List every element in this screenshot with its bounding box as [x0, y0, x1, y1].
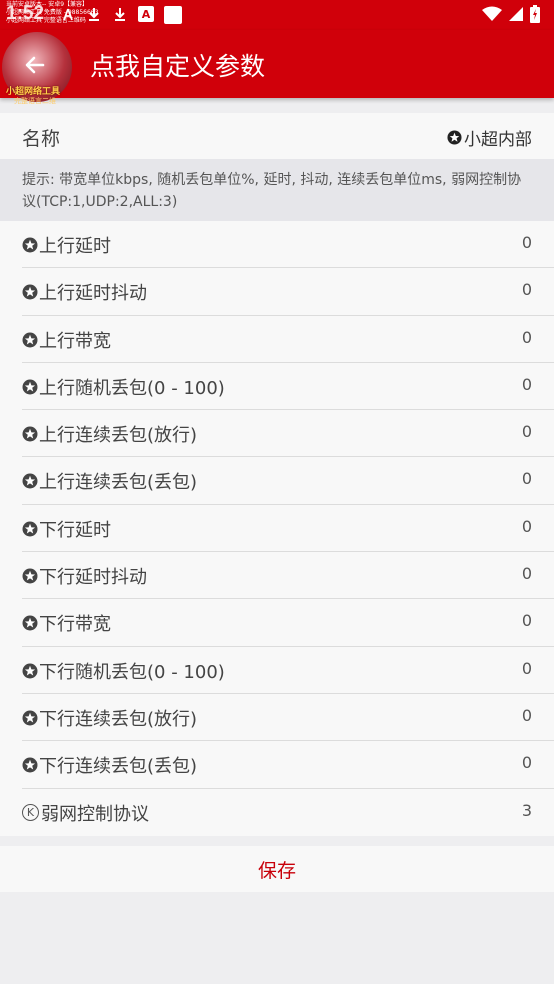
param-label-text: 弱网控制协议	[41, 803, 149, 825]
param-label-text: 下行连续丢包(丢包)	[39, 756, 198, 778]
star-icon	[22, 332, 38, 348]
param-row[interactable]: 下行带宽 0	[22, 599, 554, 647]
arrow-left-icon	[25, 56, 45, 74]
param-value[interactable]: 0	[522, 659, 532, 678]
param-label-text: 上行延时抖动	[39, 283, 147, 305]
star-icon	[22, 710, 38, 726]
star-icon	[22, 426, 38, 442]
param-value[interactable]: 0	[522, 375, 532, 394]
param-label: 上行连续丢包(丢包)	[22, 468, 197, 494]
param-value[interactable]: 0	[522, 233, 532, 252]
param-label: 上行带宽	[22, 327, 111, 353]
param-value[interactable]: 0	[522, 753, 532, 772]
name-label: 名称	[22, 128, 61, 150]
name-value[interactable]: 小超内部	[447, 125, 532, 150]
page-title: 点我自定义参数	[90, 52, 266, 81]
star-icon	[22, 521, 38, 537]
hint-text: 提示: 带宽单位kbps, 随机丢包单位%, 延时, 抖动, 连续丢包单位ms,…	[0, 159, 554, 221]
param-value[interactable]: 0	[522, 469, 532, 488]
param-label: 下行连续丢包(放行)	[22, 705, 197, 731]
back-button[interactable]	[20, 50, 50, 80]
param-value[interactable]: 0	[522, 517, 532, 536]
param-value[interactable]: 0	[522, 328, 532, 347]
param-row[interactable]: 上行带宽 0	[22, 316, 554, 363]
param-label: 上行延时	[22, 232, 111, 258]
star-icon	[22, 284, 38, 300]
status-bar: 当前安卓版本-- 安卓9【兼容】 小超网络工具 免费版 - 98856663 小…	[0, 0, 554, 30]
app-bar: 小超网络工具 完整语言二维 点我自定义参数	[0, 30, 554, 105]
signal-tower-icon	[60, 6, 76, 22]
star-icon	[22, 615, 38, 631]
param-label: 下行延时抖动	[22, 563, 147, 589]
avatar-subcaption: 完整语言二维	[14, 97, 56, 105]
param-value[interactable]: 0	[522, 422, 532, 441]
param-row[interactable]: 下行连续丢包(放行) 0	[22, 694, 554, 742]
name-value-text: 小超内部	[464, 130, 532, 150]
param-value[interactable]: 0	[522, 280, 532, 299]
param-row[interactable]: 下行延时抖动 0	[22, 552, 554, 600]
param-label: 上行延时抖动	[22, 279, 147, 305]
param-row[interactable]: 上行连续丢包(丢包) 0	[22, 457, 554, 505]
wifi-icon	[482, 6, 502, 26]
param-row[interactable]: 上行延时抖动 0	[22, 268, 554, 316]
param-label-text: 上行随机丢包(0 - 100)	[39, 377, 225, 399]
star-icon	[22, 379, 38, 395]
param-label-text: 上行连续丢包(丢包)	[39, 472, 198, 494]
param-label: 下行延时	[22, 516, 111, 542]
star-icon	[22, 473, 38, 489]
notification-icons: A	[60, 6, 182, 24]
star-icon	[22, 568, 38, 584]
param-label: 上行连续丢包(放行)	[22, 421, 197, 447]
download-icon	[112, 6, 128, 22]
param-value[interactable]: 0	[522, 564, 532, 583]
param-row[interactable]: 下行随机丢包(0 - 100) 0	[22, 647, 554, 694]
param-label-text: 下行随机丢包(0 - 100)	[39, 661, 225, 683]
param-row[interactable]: 下行连续丢包(丢包) 0	[22, 741, 554, 789]
save-button[interactable]: 保存	[258, 856, 296, 883]
system-status-icons	[482, 5, 540, 27]
param-row[interactable]: 上行连续丢包(放行) 0	[22, 410, 554, 458]
param-label-text: 下行连续丢包(放行)	[39, 708, 198, 730]
param-label: K 弱网控制协议	[22, 800, 149, 826]
param-list: 上行延时 0 上行延时抖动 0 上行带宽 0 上行随机丢包(0 - 100) 0 上行连续丢包(…	[0, 221, 554, 836]
star-icon	[22, 757, 38, 773]
star-icon	[447, 130, 462, 145]
status-time: 1:52	[6, 3, 45, 24]
param-label: 下行带宽	[22, 610, 111, 636]
param-value[interactable]: 0	[522, 611, 532, 630]
param-row[interactable]: 上行延时 0	[22, 221, 554, 269]
param-label-text: 下行带宽	[39, 614, 111, 636]
param-label-text: 下行延时	[39, 519, 111, 541]
param-value[interactable]: 0	[522, 706, 532, 725]
param-value[interactable]: 3	[522, 801, 532, 820]
param-label: 下行连续丢包(丢包)	[22, 752, 197, 778]
app-a-icon: A	[138, 6, 154, 22]
battery-icon	[530, 5, 540, 27]
param-label-text: 上行带宽	[39, 330, 111, 352]
app-square-icon	[164, 6, 182, 24]
star-icon	[22, 663, 38, 679]
param-label: 上行随机丢包(0 - 100)	[22, 374, 225, 400]
param-label-text: 上行延时	[39, 236, 111, 257]
download-icon	[86, 6, 102, 22]
param-label-text: 上行连续丢包(放行)	[39, 425, 198, 447]
param-row[interactable]: K 弱网控制协议 3	[22, 789, 554, 836]
param-label-text: 下行延时抖动	[39, 567, 147, 589]
param-row[interactable]: 下行延时 0	[22, 505, 554, 553]
star-icon	[22, 237, 38, 253]
name-row[interactable]: 名称 小超内部	[0, 113, 554, 159]
param-label: 下行随机丢包(0 - 100)	[22, 658, 225, 684]
save-bar: 保存	[0, 846, 554, 892]
cell-signal-icon	[508, 6, 524, 26]
k-circle-icon: K	[22, 804, 39, 822]
param-row[interactable]: 上行随机丢包(0 - 100) 0	[22, 363, 554, 411]
